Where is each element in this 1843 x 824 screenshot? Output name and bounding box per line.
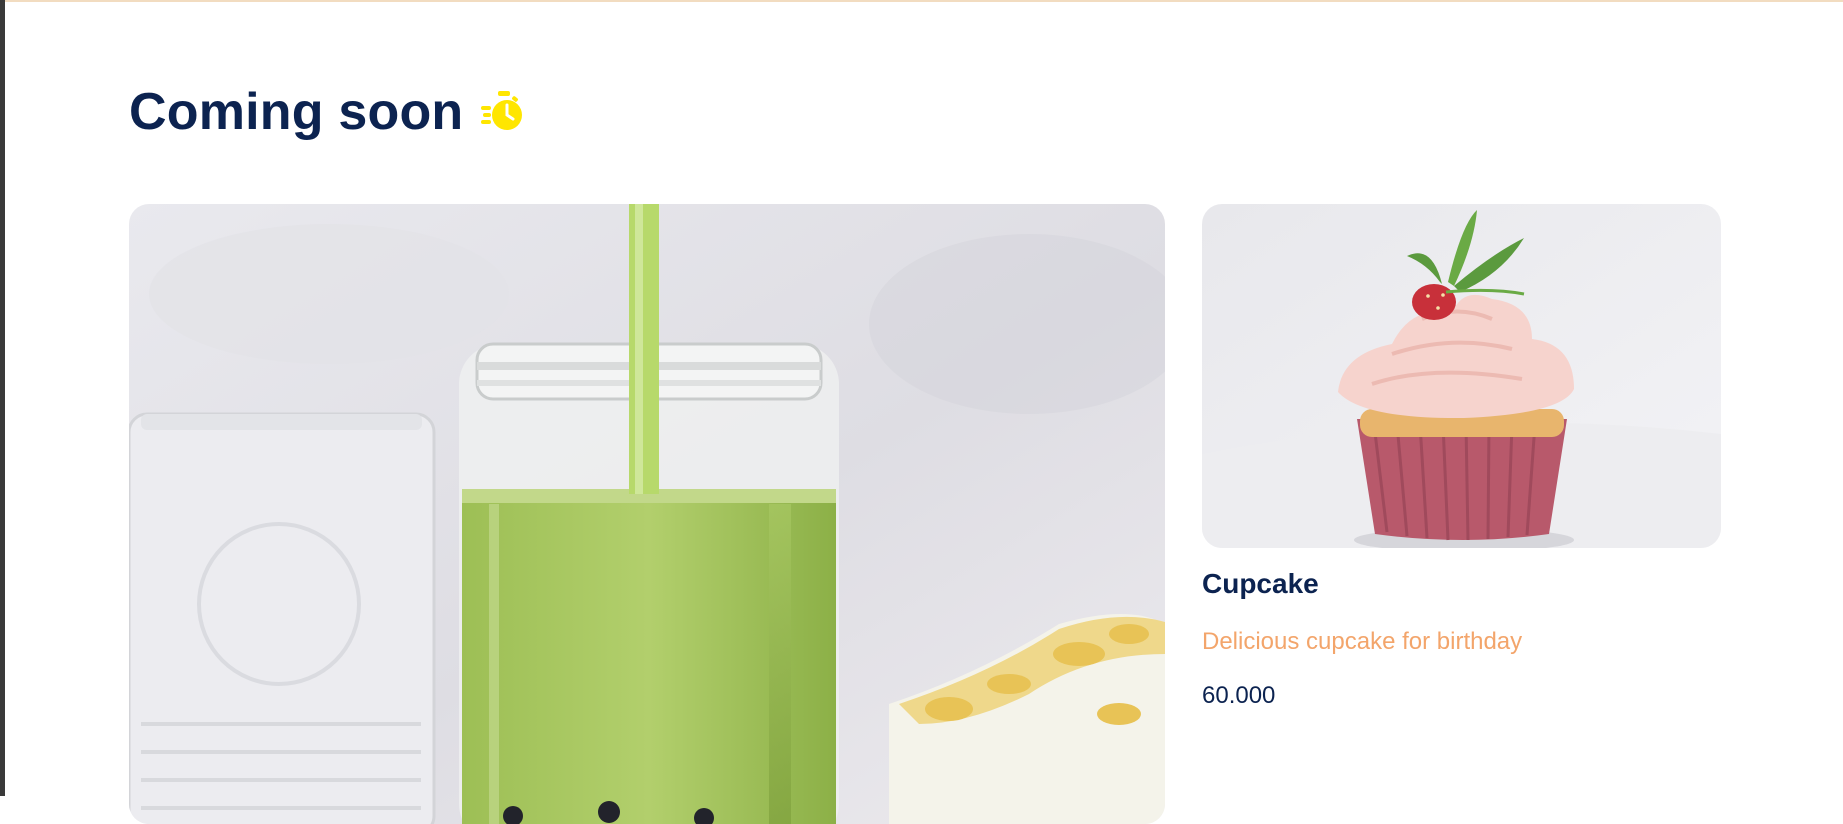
product-description: Delicious cupcake for birthday [1202, 628, 1523, 655]
product-price: 60.000 [1202, 682, 1276, 709]
product-card[interactable]: Cupcake Delicious cupcake for birthday 6… [1202, 204, 1721, 709]
product-name[interactable]: Cupcake [1202, 568, 1319, 600]
product-image [1202, 204, 1721, 548]
window-left-border [0, 0, 5, 796]
stopwatch-icon [481, 91, 523, 130]
page-title: Coming soon [129, 83, 464, 141]
featured-product-card[interactable] [129, 204, 1165, 824]
green-smoothie-jar-image [129, 204, 1165, 824]
strawberry-cupcake-image [1202, 204, 1721, 548]
section-heading: Coming soon [129, 80, 527, 144]
top-divider [5, 0, 1843, 2]
